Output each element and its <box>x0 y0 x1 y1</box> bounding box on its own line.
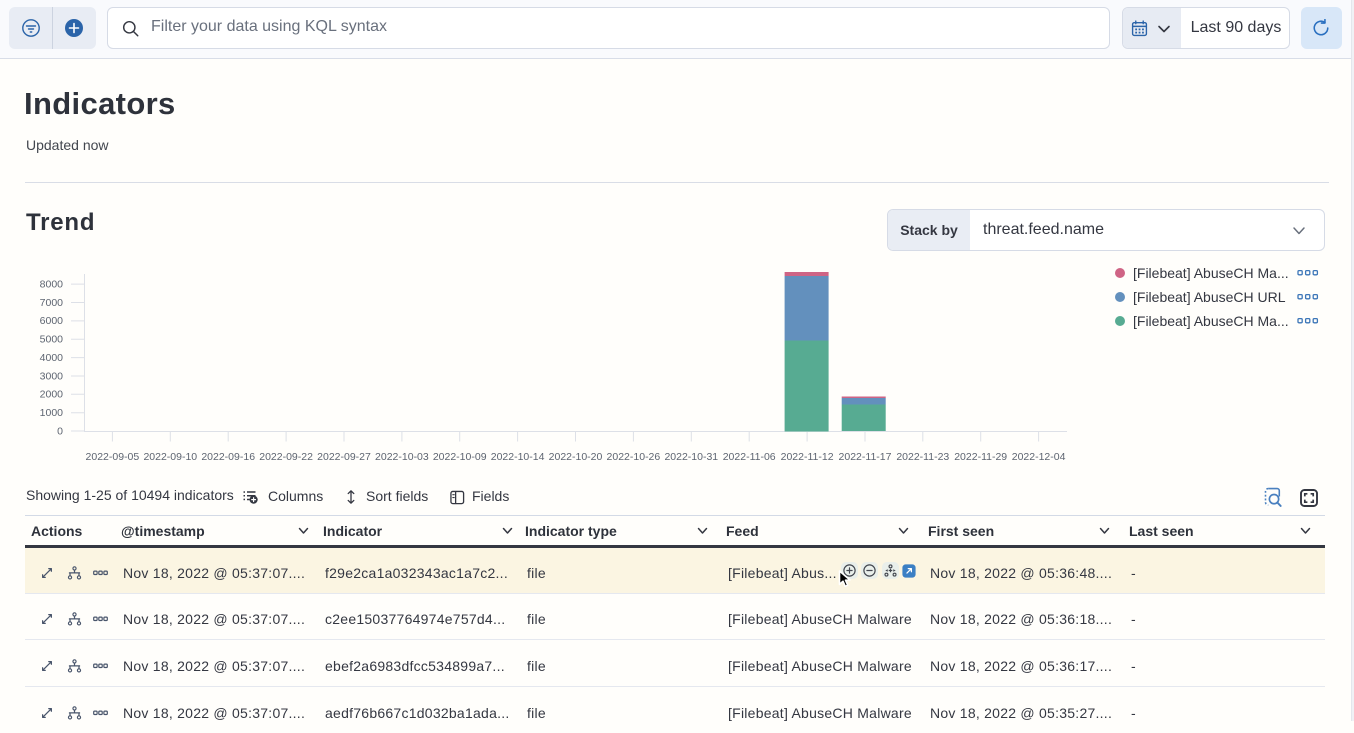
svg-text:2022-09-27: 2022-09-27 <box>317 451 371 462</box>
svg-text:8000: 8000 <box>40 278 64 290</box>
svg-text:2022-09-16: 2022-09-16 <box>201 451 255 462</box>
svg-text:2022-11-12: 2022-11-12 <box>781 451 834 462</box>
svg-text:6000: 6000 <box>40 315 64 327</box>
svg-text:7000: 7000 <box>40 297 64 309</box>
svg-text:2022-10-14: 2022-10-14 <box>491 451 545 462</box>
svg-text:1000: 1000 <box>40 407 64 419</box>
svg-text:2022-10-09: 2022-10-09 <box>433 451 487 462</box>
svg-text:5000: 5000 <box>40 334 64 346</box>
svg-text:2022-10-26: 2022-10-26 <box>607 451 661 462</box>
svg-text:2000: 2000 <box>40 389 64 401</box>
svg-text:3000: 3000 <box>40 370 64 382</box>
svg-text:2022-12-04: 2022-12-04 <box>1012 451 1066 462</box>
svg-text:0: 0 <box>57 425 63 437</box>
svg-text:2022-11-29: 2022-11-29 <box>954 451 1007 462</box>
svg-text:2022-10-03: 2022-10-03 <box>375 451 429 462</box>
svg-text:2022-11-23: 2022-11-23 <box>896 451 949 462</box>
svg-text:2022-09-10: 2022-09-10 <box>143 451 197 462</box>
svg-text:2022-10-31: 2022-10-31 <box>664 451 718 462</box>
svg-text:2022-09-22: 2022-09-22 <box>259 451 313 462</box>
svg-text:2022-09-05: 2022-09-05 <box>86 451 140 462</box>
svg-text:2022-11-06: 2022-11-06 <box>723 451 776 462</box>
svg-text:4000: 4000 <box>40 352 64 364</box>
svg-text:2022-11-17: 2022-11-17 <box>839 451 892 462</box>
svg-text:2022-10-20: 2022-10-20 <box>549 451 603 462</box>
